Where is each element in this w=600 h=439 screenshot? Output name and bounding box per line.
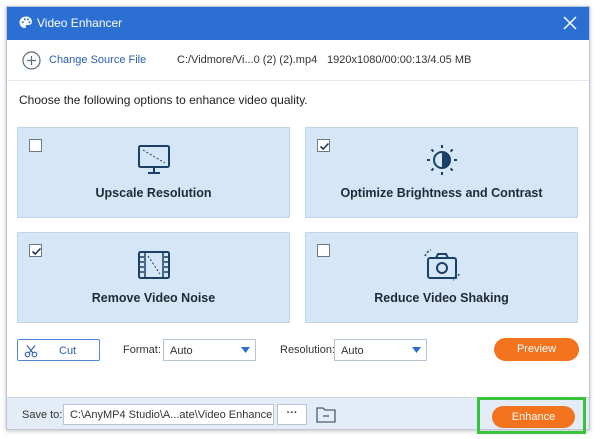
window-title: Video Enhancer xyxy=(37,16,123,30)
video-enhancer-window: Video Enhancer Change Source File C:/Vid… xyxy=(6,6,590,434)
save-to-label: Save to: xyxy=(22,409,63,421)
options-panel: Choose the following options to enhance … xyxy=(7,81,589,397)
add-circle-icon[interactable] xyxy=(22,51,41,70)
shake-camera-icon xyxy=(423,249,460,281)
source-file-bar: Change Source File C:/Vidmore/Vi...0 (2)… xyxy=(7,40,589,81)
option-upscale-resolution[interactable]: Upscale Resolution xyxy=(17,127,290,218)
option-reduce-video-shaking[interactable]: Reduce Video Shaking xyxy=(305,232,578,323)
film-icon xyxy=(137,251,170,279)
scissors-icon xyxy=(24,345,38,358)
source-file-info: 1920x1080/00:00:13/4.05 MB xyxy=(327,54,472,66)
cut-button[interactable]: Cut xyxy=(17,339,100,361)
remove-video-noise-label: Remove Video Noise xyxy=(91,291,216,305)
optimize-brightness-checkbox[interactable] xyxy=(317,139,330,152)
open-folder-icon[interactable] xyxy=(316,406,336,423)
upscale-resolution-checkbox[interactable] xyxy=(29,139,42,152)
resolution-value: Auto xyxy=(341,345,364,357)
format-label: Format: xyxy=(123,344,161,356)
enhance-button[interactable]: Enhance xyxy=(492,406,575,428)
resolution-label: Resolution: xyxy=(280,344,336,356)
change-source-file-link[interactable]: Change Source File xyxy=(49,54,146,66)
format-value: Auto xyxy=(170,345,193,357)
preview-button[interactable]: Preview xyxy=(494,338,579,361)
reduce-video-shaking-label: Reduce Video Shaking xyxy=(374,291,509,305)
instruction-text: Choose the following options to enhance … xyxy=(19,93,308,107)
browse-button[interactable]: ··· xyxy=(277,404,307,425)
checkmark-icon xyxy=(31,247,42,256)
reduce-video-shaking-checkbox[interactable] xyxy=(317,244,330,257)
cut-button-label: Cut xyxy=(59,345,77,357)
checkmark-icon xyxy=(319,142,330,151)
close-icon[interactable] xyxy=(560,13,580,33)
save-bar: Save to: C:\AnyMP4 Studio\A...ate\Video … xyxy=(7,397,589,434)
format-select[interactable]: Auto xyxy=(163,339,256,361)
optimize-brightness-label: Optimize Brightness and Contrast xyxy=(340,186,543,200)
save-path-field[interactable]: C:\AnyMP4 Studio\A...ate\Video Enhancer xyxy=(63,404,274,425)
source-file-path: C:/Vidmore/Vi...0 (2) (2).mp4 xyxy=(177,54,318,66)
palette-icon xyxy=(19,16,32,28)
option-optimize-brightness[interactable]: Optimize Brightness and Contrast xyxy=(305,127,578,218)
monitor-icon xyxy=(137,145,170,174)
remove-video-noise-checkbox[interactable] xyxy=(29,244,42,257)
resolution-select[interactable]: Auto xyxy=(334,339,427,361)
option-remove-video-noise[interactable]: Remove Video Noise xyxy=(17,232,290,323)
brightness-icon xyxy=(426,145,457,175)
caret-down-icon xyxy=(241,347,250,353)
edit-controls-row: Cut Format: Auto Resolution: Auto Previe… xyxy=(7,336,589,364)
enhance-highlight-box: Enhance xyxy=(477,397,586,434)
caret-down-icon xyxy=(412,347,421,353)
title-bar: Video Enhancer xyxy=(7,7,589,40)
upscale-resolution-label: Upscale Resolution xyxy=(95,186,212,200)
